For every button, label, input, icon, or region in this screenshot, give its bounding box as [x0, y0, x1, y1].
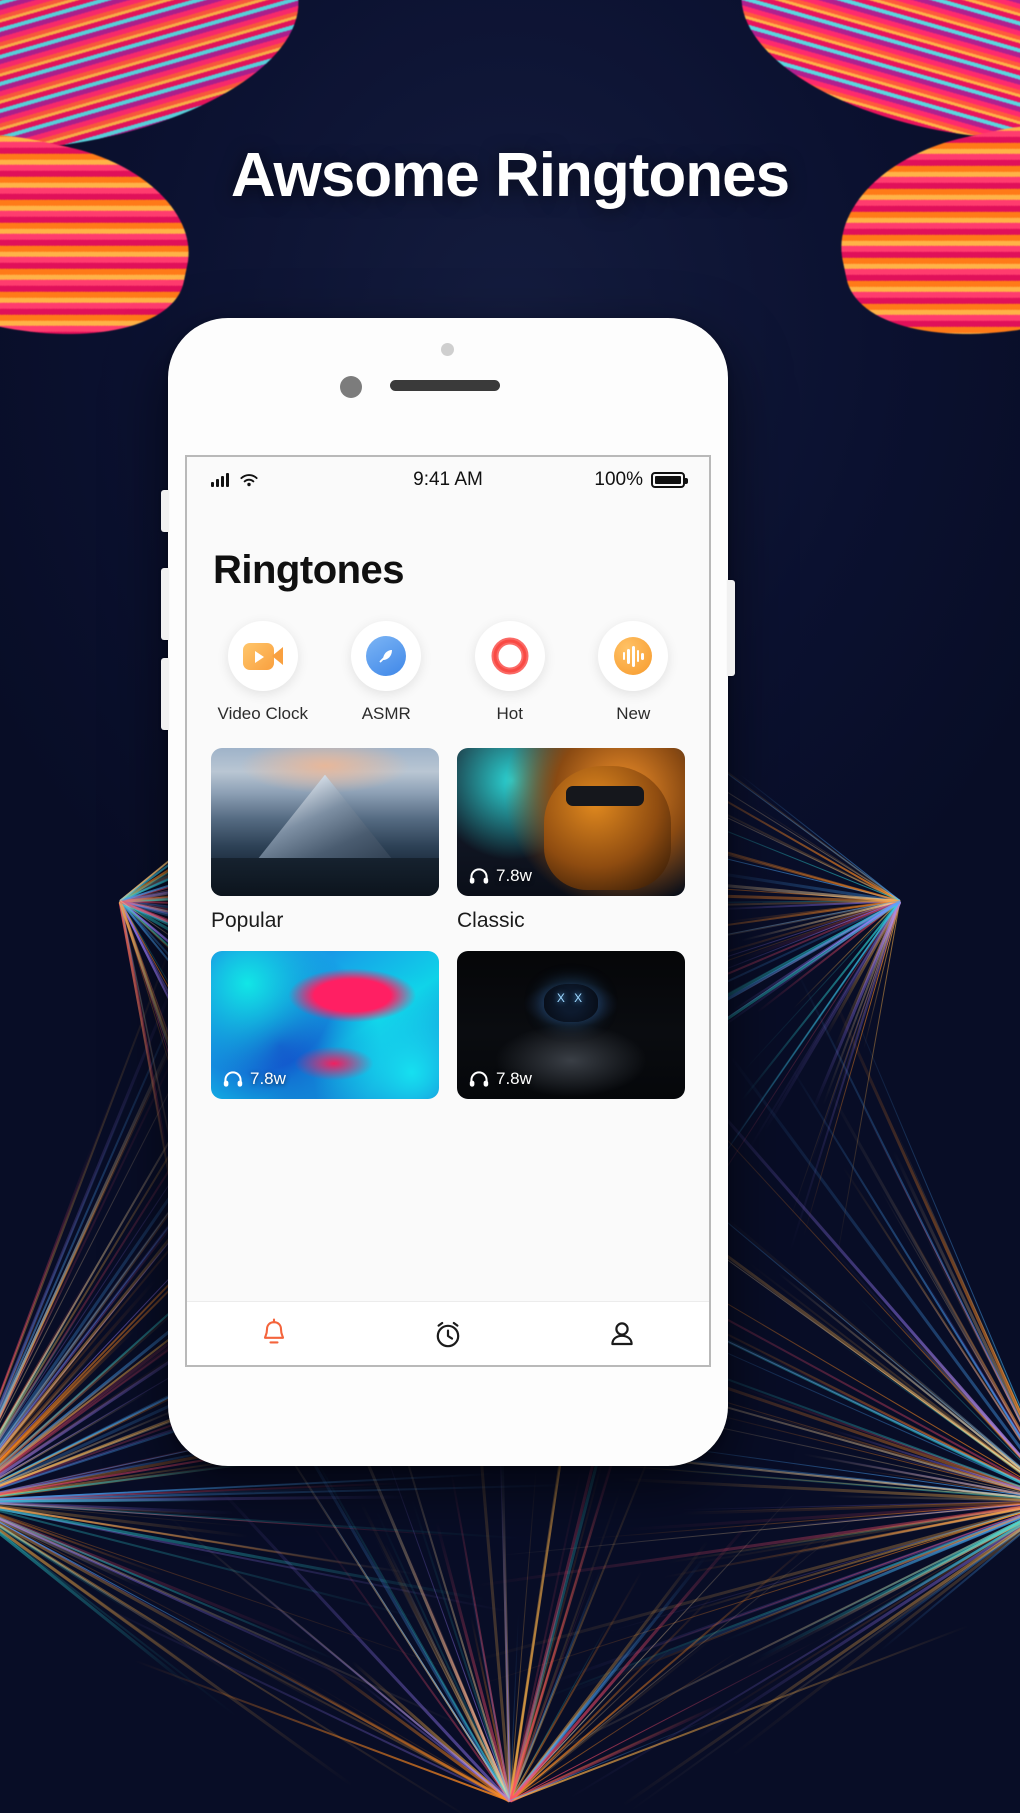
bottom-tab-bar	[187, 1301, 709, 1365]
card-thumbnail[interactable]: 7.8w	[457, 951, 685, 1099]
phone-volume-down-button[interactable]	[161, 658, 169, 730]
card-title: Classic	[457, 909, 685, 933]
video-camera-icon	[243, 643, 283, 670]
earpiece-speaker	[390, 380, 500, 391]
category-label: New	[572, 704, 696, 724]
battery-percent-label: 100%	[594, 469, 643, 491]
card-thumbnail[interactable]: 7.8w	[457, 748, 685, 896]
play-count-label: 7.8w	[496, 1069, 532, 1089]
category-label: Video Clock	[201, 704, 325, 724]
page-headline: Awsome Ringtones	[0, 140, 1020, 211]
flame-icon	[491, 637, 529, 675]
person-icon	[607, 1318, 637, 1350]
category-new[interactable]: New	[572, 621, 696, 724]
tab-profile[interactable]	[535, 1318, 709, 1350]
headphones-icon	[223, 1071, 243, 1087]
ringtone-card[interactable]: 7.8w Classic	[457, 748, 685, 933]
tab-alarm[interactable]	[361, 1318, 535, 1350]
category-label: Hot	[448, 704, 572, 724]
play-count-label: 7.8w	[250, 1069, 286, 1089]
play-count-label: 7.8w	[250, 866, 286, 886]
alarm-clock-icon	[432, 1318, 464, 1350]
category-label: ASMR	[325, 704, 449, 724]
play-count: 7.8w	[223, 866, 286, 886]
headphones-icon	[469, 868, 489, 884]
ringtone-card[interactable]: 7.8w	[211, 951, 439, 1099]
category-asmr[interactable]: ASMR	[325, 621, 449, 724]
proximity-sensor-icon	[340, 376, 362, 398]
phone-volume-up-button[interactable]	[161, 568, 169, 640]
play-count-label: 7.8w	[496, 866, 532, 886]
ringtone-grid: 7.8w Popular 7.8w Classic 7.8w 7.8w X X	[187, 724, 709, 1099]
phone-mockup: 9:41 AM 100% Ringtones Video Clock ASMR …	[168, 318, 728, 1466]
leaf-icon	[366, 636, 406, 676]
headphones-icon	[469, 1071, 489, 1087]
ringtone-card[interactable]: 7.8w	[457, 951, 685, 1099]
phone-power-button[interactable]	[727, 580, 735, 676]
battery-full-icon	[651, 472, 685, 488]
play-count: 7.8w	[223, 1069, 286, 1089]
signal-bars-icon	[211, 473, 229, 487]
bell-icon	[259, 1318, 289, 1350]
headphones-icon	[223, 868, 243, 884]
front-camera-icon	[441, 343, 454, 356]
page-title: Ringtones	[187, 503, 709, 593]
play-count: 7.8w	[469, 866, 532, 886]
waveform-icon	[614, 637, 652, 675]
tab-ringtones[interactable]	[187, 1318, 361, 1350]
category-row: Video Clock ASMR Hot New	[187, 593, 709, 724]
card-thumbnail[interactable]: 7.8w	[211, 951, 439, 1099]
status-bar-time: 9:41 AM	[361, 469, 535, 491]
category-hot[interactable]: Hot	[448, 621, 572, 724]
card-title: Popular	[211, 909, 439, 933]
ringtone-card[interactable]: 7.8w Popular	[211, 748, 439, 933]
phone-mute-switch[interactable]	[161, 490, 169, 532]
play-count: 7.8w	[469, 1069, 532, 1089]
card-thumbnail[interactable]: 7.8w	[211, 748, 439, 896]
category-video-clock[interactable]: Video Clock	[201, 621, 325, 724]
status-bar: 9:41 AM 100%	[187, 457, 709, 503]
wifi-icon	[239, 473, 259, 488]
phone-screen: 9:41 AM 100% Ringtones Video Clock ASMR …	[185, 455, 711, 1367]
